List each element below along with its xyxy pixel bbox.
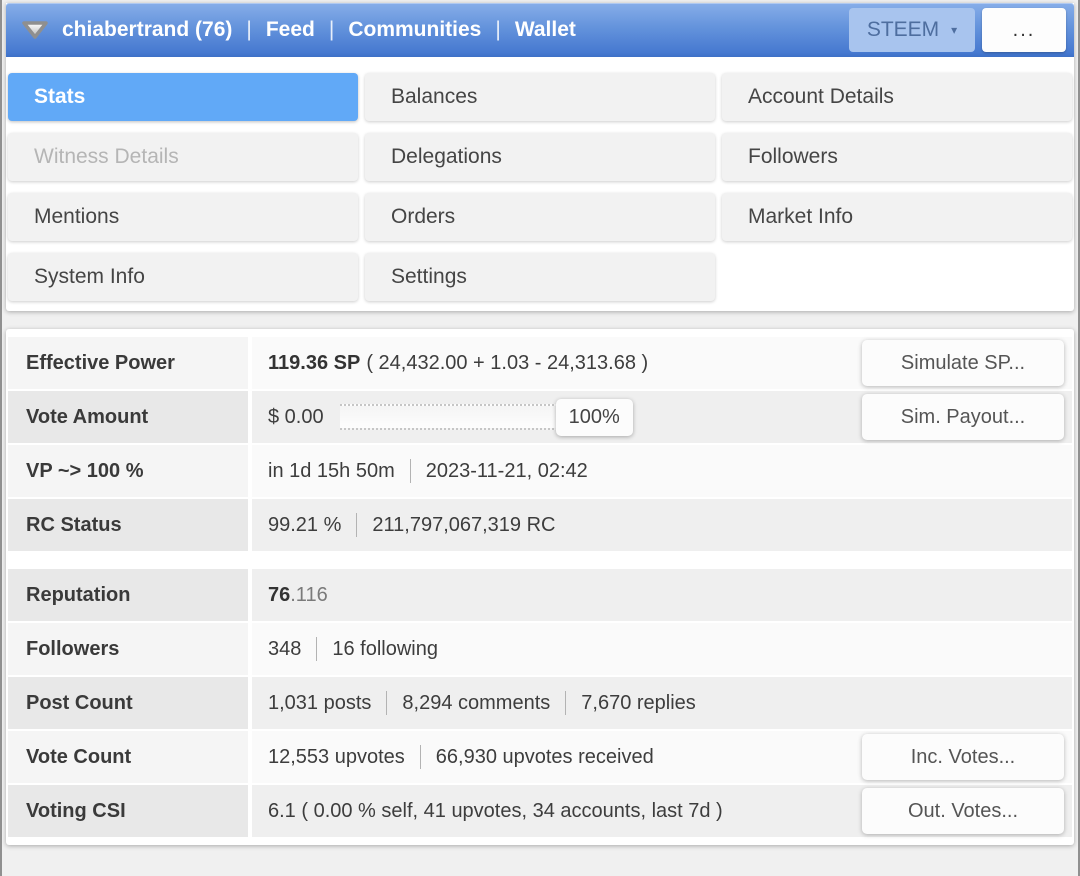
value-divider bbox=[419, 745, 421, 769]
steemworld-page: chiabertrand (76) | Feed | Communities |… bbox=[6, 0, 1074, 845]
incoming-votes-button[interactable]: Inc. Votes... bbox=[862, 734, 1064, 780]
tab-followers[interactable]: Followers bbox=[722, 133, 1072, 181]
vote-weight-percent-handle[interactable]: 100% bbox=[555, 398, 633, 436]
vp-recharge-duration: in 1d 15h 50m bbox=[268, 459, 395, 482]
row-value: 99.21 % 211,797,067,319 RC bbox=[252, 499, 1072, 551]
row-label: Post Count bbox=[8, 677, 248, 729]
table-row-effective-power: Effective Power 119.36 SP ( 24,432.00 + … bbox=[8, 337, 1072, 389]
vp-recharge-datetime: 2023-11-21, 02:42 bbox=[425, 459, 588, 482]
comments-count: 8,294 comments bbox=[402, 691, 551, 714]
row-label: Vote Count bbox=[8, 731, 248, 783]
table-row-vp-recharge: VP ~> 100 % in 1d 15h 50m 2023-11-21, 02… bbox=[8, 445, 1072, 497]
stats-card: Effective Power 119.36 SP ( 24,432.00 + … bbox=[6, 329, 1074, 845]
tab-market-info[interactable]: Market Info bbox=[722, 193, 1072, 241]
value-divider bbox=[565, 691, 567, 715]
row-label: VP ~> 100 % bbox=[8, 445, 248, 497]
rc-amount: 211,797,067,319 RC bbox=[372, 513, 556, 536]
header-separator: | bbox=[495, 18, 501, 41]
nav-wallet[interactable]: Wallet bbox=[515, 18, 576, 42]
chevron-down-icon: ▾ bbox=[951, 23, 958, 37]
value-divider bbox=[409, 459, 411, 483]
followers-count: 348 bbox=[268, 637, 302, 660]
value-divider bbox=[356, 513, 358, 537]
header-title: chiabertrand (76) | Feed | Communities |… bbox=[62, 18, 576, 42]
header-separator: | bbox=[328, 18, 335, 41]
row-label: Voting CSI bbox=[8, 785, 248, 837]
window-edge-left bbox=[0, 0, 2, 876]
posts-count: 1,031 posts bbox=[268, 691, 372, 714]
value-divider bbox=[386, 691, 388, 715]
table-row-vote-count: Vote Count 12,553 upvotes 66,930 upvotes… bbox=[8, 731, 1072, 783]
row-label: Reputation bbox=[8, 569, 248, 621]
tab-balances[interactable]: Balances bbox=[365, 73, 715, 121]
tab-stats[interactable]: Stats bbox=[8, 73, 358, 121]
table-row-post-count: Post Count 1,031 posts 8,294 comments 7,… bbox=[8, 677, 1072, 729]
simulate-sp-button[interactable]: Simulate SP... bbox=[862, 340, 1064, 386]
table-row-reputation: Reputation 76 .116 bbox=[8, 569, 1072, 621]
reputation-decimals: .116 bbox=[290, 583, 328, 606]
table-row-vote-amount: Vote Amount $ 0.00 100% Sim. Payout... bbox=[8, 391, 1072, 443]
tab-witness-details[interactable]: Witness Details bbox=[8, 133, 358, 181]
sim-payout-button[interactable]: Sim. Payout... bbox=[862, 394, 1064, 440]
tab-account-details[interactable]: Account Details bbox=[722, 73, 1072, 121]
tab-orders[interactable]: Orders bbox=[365, 193, 715, 241]
tab-settings[interactable]: Settings bbox=[365, 253, 715, 301]
row-value: 76 .116 bbox=[252, 569, 1072, 621]
outgoing-votes-button[interactable]: Out. Votes... bbox=[862, 788, 1064, 834]
tab-system-info[interactable]: System Info bbox=[8, 253, 358, 301]
steemworld-logo-icon[interactable] bbox=[20, 19, 50, 41]
following-count: 16 following bbox=[332, 637, 438, 660]
row-label: RC Status bbox=[8, 499, 248, 551]
upvotes-received: 66,930 upvotes received bbox=[435, 745, 654, 768]
vote-weight-slider: 100% bbox=[339, 398, 633, 436]
tab-mentions[interactable]: Mentions bbox=[8, 193, 358, 241]
vote-amount-value: $ 0.00 bbox=[268, 405, 324, 428]
row-value: 1,031 posts 8,294 comments 7,670 replies bbox=[252, 677, 1072, 729]
row-label: Followers bbox=[8, 623, 248, 675]
reputation-integer: 76 bbox=[268, 583, 291, 606]
table-row-followers: Followers 348 16 following bbox=[8, 623, 1072, 675]
rc-percent: 99.21 % bbox=[268, 513, 342, 536]
more-menu-button[interactable]: ... bbox=[982, 8, 1066, 52]
currency-dropdown-label: STEEM bbox=[866, 18, 940, 41]
currency-dropdown[interactable]: STEEM ▾ bbox=[849, 8, 975, 52]
app-header: chiabertrand (76) | Feed | Communities |… bbox=[6, 3, 1074, 57]
row-label: Effective Power bbox=[8, 337, 248, 389]
header-separator: | bbox=[246, 18, 252, 41]
nav-feed[interactable]: Feed bbox=[266, 18, 315, 42]
top-card: chiabertrand (76) | Feed | Communities |… bbox=[6, 3, 1074, 311]
nav-communities[interactable]: Communities bbox=[348, 18, 481, 42]
row-label: Vote Amount bbox=[8, 391, 248, 443]
voting-csi-value: 6.1 ( 0.00 % self, 41 upvotes, 34 accoun… bbox=[268, 799, 723, 822]
tab-grid: Stats Balances Account Details Witness D… bbox=[6, 57, 1074, 311]
replies-count: 7,670 replies bbox=[581, 691, 696, 714]
row-value: in 1d 15h 50m 2023-11-21, 02:42 bbox=[252, 445, 1072, 497]
effective-power-breakdown: ( 24,432.00 + 1.03 - 24,313.68 ) bbox=[366, 351, 649, 374]
table-row-rc-status: RC Status 99.21 % 211,797,067,319 RC bbox=[8, 499, 1072, 551]
tab-delegations[interactable]: Delegations bbox=[365, 133, 715, 181]
value-divider bbox=[316, 637, 318, 661]
vote-weight-slider-track[interactable] bbox=[339, 404, 562, 430]
upvotes-given: 12,553 upvotes bbox=[268, 745, 405, 768]
account-name[interactable]: chiabertrand (76) bbox=[62, 18, 232, 42]
group-gap bbox=[8, 553, 1072, 569]
effective-power-value: 119.36 SP bbox=[268, 351, 361, 374]
table-row-voting-csi: Voting CSI 6.1 ( 0.00 % self, 41 upvotes… bbox=[8, 785, 1072, 837]
row-value: 348 16 following bbox=[252, 623, 1072, 675]
